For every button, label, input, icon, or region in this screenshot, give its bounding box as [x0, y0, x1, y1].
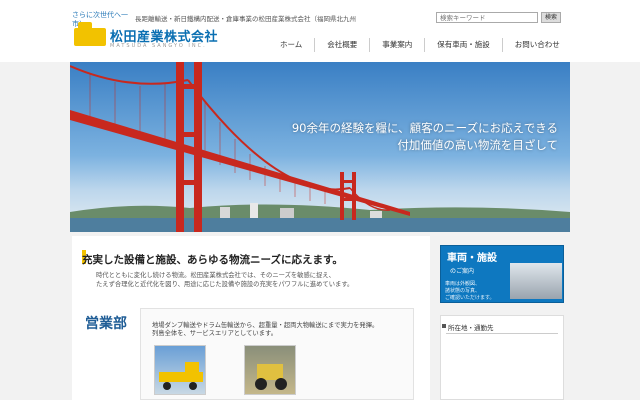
- banner-truck-image: [510, 263, 562, 299]
- search-input[interactable]: [436, 12, 538, 23]
- sales-paragraph-2: 列島全体を、サービスエリアとしています。: [152, 330, 277, 337]
- divider: [446, 333, 558, 334]
- main-nav: ホーム 会社概要 事業案内 保有車両・施設 お問い合わせ: [268, 38, 572, 52]
- banner-subtitle: のご案内: [450, 268, 475, 275]
- bullet-icon: [442, 324, 446, 328]
- banner-title[interactable]: 車両・施設: [447, 249, 497, 264]
- hero-headline: 90余年の経験を糧に、顧客のニーズにお応えできる: [291, 121, 558, 135]
- logo-truck-icon[interactable]: [74, 22, 106, 46]
- search-button[interactable]: 検索: [541, 12, 561, 23]
- banner-text: 車両は外観図、: [445, 281, 481, 287]
- nav-business[interactable]: 事業案内: [369, 38, 424, 52]
- location-link[interactable]: 所在地・通勤先: [448, 322, 494, 332]
- loader-icon: [255, 364, 287, 390]
- nav-vehicles[interactable]: 保有車両・施設: [424, 38, 502, 52]
- site-header: さらに次世代へ一 市) 長距離輸送・新日鐵構内配送・倉庫事業の松田産業株式会社（…: [0, 0, 640, 62]
- content-paragraph: 時代とともに変化し続ける物流。松田産業株式会社では、そのニーズを敏感に捉え、: [96, 272, 335, 279]
- site-description: 長距離輸送・新日鐵構内配送・倉庫事業の松田産業株式会社（福岡県北九州: [135, 15, 356, 23]
- machine-photo[interactable]: [244, 345, 296, 395]
- hero-subheadline: 付加価値の高い物流を目ざして: [397, 138, 558, 152]
- nav-contact[interactable]: お問い合わせ: [501, 38, 572, 52]
- banner-text-3: ご確認いただけます。: [445, 295, 495, 301]
- sales-department-title: 営業部: [85, 316, 127, 332]
- hero-banner: 90余年の経験を糧に、顧客のニーズにお応えできる 付加価値の高い物流を目ざして: [70, 62, 570, 232]
- nav-company[interactable]: 会社概要: [314, 38, 369, 52]
- truck-photo[interactable]: [154, 345, 206, 395]
- content-paragraph-2: たえず合理化と近代化を図り、用途に応じた設備や施設の充実をパワフルに進めています…: [96, 281, 354, 288]
- page: さらに次世代へ一 市) 長距離輸送・新日鐵構内配送・倉庫事業の松田産業株式会社（…: [0, 0, 640, 400]
- banner-text-2: 諸状態の写真、: [445, 288, 481, 294]
- content-heading: 充実した設備と施設、あらゆる物流ニーズに応えます。: [82, 254, 343, 266]
- truck-icon: [159, 362, 203, 390]
- nav-home[interactable]: ホーム: [268, 38, 314, 52]
- logo-subtext: MATSUDA SANGYO INC.: [110, 43, 207, 49]
